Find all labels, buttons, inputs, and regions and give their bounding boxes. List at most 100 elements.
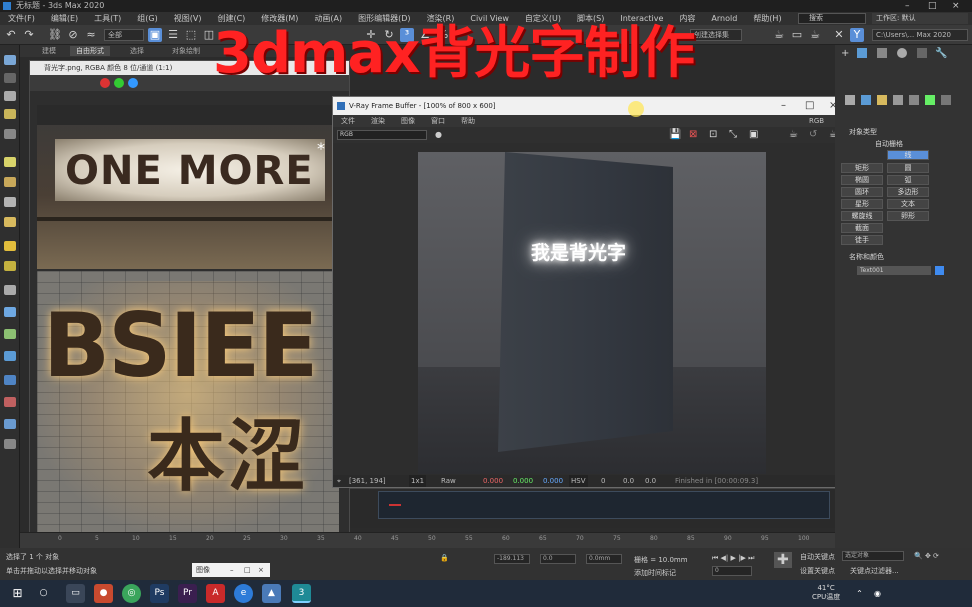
close-icon[interactable]: × bbox=[952, 0, 960, 12]
systems-icon[interactable] bbox=[941, 95, 951, 105]
add-time-tag[interactable]: 添加时间标记 bbox=[634, 568, 676, 578]
autogrid-checkbox[interactable]: 自动栅格 bbox=[875, 139, 903, 149]
object-color-swatch[interactable] bbox=[935, 266, 944, 275]
motion-icon[interactable] bbox=[4, 351, 16, 361]
select-by-name-icon[interactable]: ☰ bbox=[166, 28, 180, 42]
tab-modeling[interactable]: 建模 bbox=[36, 46, 62, 56]
button-line[interactable]: 线 bbox=[887, 150, 929, 160]
vfb-minimize-icon[interactable]: – bbox=[781, 97, 786, 115]
utilities-tab-icon[interactable]: 🔧 bbox=[935, 48, 947, 59]
project-path-dropdown[interactable]: C:\Users\... Max 2020 bbox=[872, 29, 968, 41]
red-channel-icon[interactable] bbox=[100, 78, 110, 88]
region-render-icon[interactable]: ⊡ bbox=[709, 129, 717, 140]
premiere-icon[interactable]: Pr bbox=[178, 584, 197, 603]
close-x-icon[interactable]: ✕ bbox=[832, 28, 846, 42]
button-section[interactable]: 截面 bbox=[841, 223, 883, 233]
gallery-app-icon[interactable]: ▲ bbox=[262, 584, 281, 603]
compare-icon[interactable]: ▣ bbox=[749, 129, 758, 140]
box-icon[interactable] bbox=[4, 197, 16, 207]
tab-object-paint[interactable]: 对象绘制 bbox=[166, 46, 206, 56]
menu-views[interactable]: 视图(V) bbox=[166, 12, 210, 25]
scene-explorer-icon[interactable] bbox=[4, 55, 16, 65]
modifier-icon[interactable] bbox=[4, 307, 16, 317]
shapes-icon[interactable] bbox=[861, 95, 871, 105]
sphere-icon[interactable] bbox=[4, 157, 16, 167]
key-filters-button[interactable]: 关键点过滤器... bbox=[850, 566, 899, 576]
lights-icon[interactable] bbox=[877, 95, 887, 105]
popup-minimize-icon[interactable]: – bbox=[230, 563, 234, 577]
current-frame-field[interactable]: 0 bbox=[712, 566, 752, 576]
utilities-icon[interactable] bbox=[4, 397, 16, 407]
stop-render-icon[interactable]: ↺ bbox=[809, 129, 817, 140]
popup-close-icon[interactable]: × bbox=[258, 563, 264, 577]
minimize-icon[interactable]: – bbox=[905, 0, 910, 12]
button-ngon[interactable]: 多边形 bbox=[887, 187, 929, 197]
search-icon[interactable]: ○ bbox=[34, 584, 53, 603]
tray-arrow-icon[interactable]: ⌃ bbox=[850, 584, 869, 603]
color-picker-icon[interactable]: ● bbox=[435, 130, 445, 140]
omni-light-icon[interactable] bbox=[4, 261, 16, 271]
cameras-icon[interactable] bbox=[893, 95, 903, 105]
button-rectangle[interactable]: 矩形 bbox=[841, 163, 883, 173]
render-production-icon[interactable]: ☕ bbox=[808, 28, 822, 42]
selection-filter-dropdown[interactable]: 全部 bbox=[104, 29, 144, 41]
files-app-icon[interactable]: ● bbox=[94, 584, 113, 603]
undo-icon[interactable]: ↶ bbox=[4, 28, 18, 42]
button-helix[interactable]: 螺旋线 bbox=[841, 211, 883, 221]
browser-icon[interactable]: e bbox=[234, 584, 253, 603]
hierarchy-tab-icon[interactable] bbox=[877, 48, 887, 58]
channel-dropdown[interactable]: RGB bbox=[337, 130, 427, 140]
vfb-menu-file[interactable]: 文件 bbox=[333, 115, 363, 127]
green-channel-icon[interactable] bbox=[114, 78, 124, 88]
blue-channel-icon[interactable] bbox=[128, 78, 138, 88]
render-icon[interactable] bbox=[4, 91, 16, 101]
vfb-maximize-icon[interactable]: □ bbox=[805, 97, 814, 115]
layer-icon[interactable] bbox=[4, 73, 16, 83]
set-key-button[interactable]: 设置关键点 bbox=[800, 566, 835, 576]
x-coordinate-field[interactable]: -189.113 bbox=[494, 554, 530, 564]
task-view-icon[interactable]: ▭ bbox=[66, 584, 85, 603]
modify-tab-icon[interactable] bbox=[857, 48, 867, 58]
viewport-nav-icons[interactable]: 🔍 ✥ ⟳ bbox=[914, 552, 939, 560]
sun-icon[interactable] bbox=[4, 241, 16, 251]
set-key-icon[interactable]: ✚ bbox=[774, 552, 792, 568]
render-setup-icon[interactable]: ☕ bbox=[772, 28, 786, 42]
helpers-icon[interactable] bbox=[909, 95, 919, 105]
time-slider[interactable]: 0 5 10 15 20 25 30 35 40 45 50 55 60 65 … bbox=[20, 532, 835, 548]
tab-selection[interactable]: 选择 bbox=[124, 46, 150, 56]
rectangle-selection-icon[interactable]: ⬚ bbox=[184, 28, 198, 42]
button-ellipse[interactable]: 椭圆 bbox=[841, 175, 883, 185]
vfb-menu-help[interactable]: 帮助 bbox=[453, 115, 483, 127]
button-star[interactable]: 星形 bbox=[841, 199, 883, 209]
geometry-icon[interactable] bbox=[845, 95, 855, 105]
menu-file[interactable]: 文件(F) bbox=[0, 12, 43, 25]
unlink-icon[interactable]: ⊘ bbox=[66, 28, 80, 42]
button-arc[interactable]: 弧 bbox=[887, 175, 929, 185]
y-axis-icon[interactable]: Y bbox=[850, 28, 864, 42]
menu-help[interactable]: 帮助(H) bbox=[745, 12, 789, 25]
menu-arnold[interactable]: Arnold bbox=[703, 12, 745, 25]
menu-edit[interactable]: 编辑(E) bbox=[43, 12, 86, 25]
status-sample-size[interactable]: 1x1 bbox=[409, 475, 427, 487]
hierarchy-icon[interactable] bbox=[4, 329, 16, 339]
vfb-menu-image[interactable]: 图像 bbox=[393, 115, 423, 127]
button-circle[interactable]: 圆 bbox=[887, 163, 929, 173]
vfb-menu-render[interactable]: 渲染 bbox=[363, 115, 393, 127]
camera-icon[interactable] bbox=[4, 129, 16, 139]
pick-icon[interactable]: ⌖ bbox=[337, 475, 341, 487]
menu-tools[interactable]: 工具(T) bbox=[86, 12, 129, 25]
teapot-icon[interactable] bbox=[4, 217, 16, 227]
object-name-field[interactable]: Text001 bbox=[857, 266, 931, 275]
save-icon[interactable]: 💾 bbox=[669, 129, 681, 140]
display-tab-icon[interactable] bbox=[917, 48, 927, 58]
redo-icon[interactable]: ↷ bbox=[22, 28, 36, 42]
display-icon[interactable] bbox=[4, 375, 16, 385]
auto-key-button[interactable]: 自动关键点 bbox=[800, 552, 835, 562]
clear-icon[interactable]: ⊠ bbox=[689, 129, 697, 140]
tab-freeform[interactable]: 自由形式 bbox=[70, 46, 110, 56]
lower-viewport[interactable] bbox=[350, 488, 835, 528]
bind-spacewarp-icon[interactable]: ≈ bbox=[84, 28, 98, 42]
photoshop-icon[interactable]: Ps bbox=[150, 584, 169, 603]
spacewarps-icon[interactable] bbox=[925, 95, 935, 105]
maximize-icon[interactable]: □ bbox=[928, 0, 937, 12]
